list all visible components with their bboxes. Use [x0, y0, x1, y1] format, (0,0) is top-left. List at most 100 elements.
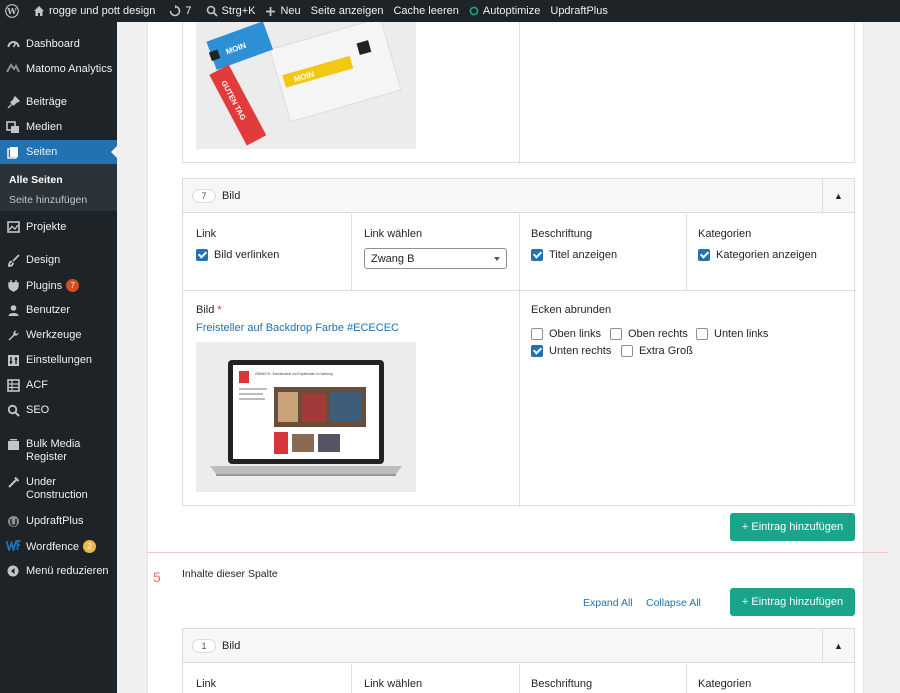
- autoptimize-label: Autoptimize: [482, 5, 541, 17]
- corner-bottom-right-checkbox[interactable]: Unten rechts: [531, 345, 611, 357]
- corner-extra-large-checkbox[interactable]: Extra Groß: [621, 345, 693, 357]
- sidebar-item-dashboard[interactable]: Dashboard: [0, 38, 117, 51]
- corner-bottom-left-checkbox[interactable]: Unten links: [696, 328, 768, 340]
- settings-icon: [0, 354, 26, 367]
- laptop-screen-caption: ZWANG B - Buchbinderei und Papierladen i…: [255, 372, 333, 376]
- expand-all-link[interactable]: Expand All: [583, 597, 633, 609]
- autoptimize-icon: [469, 6, 479, 16]
- site-name-link[interactable]: rogge und pott design: [28, 0, 160, 22]
- entry-card-bild-7: 7 Bild ▲ Link Bild verlinken Link wählen…: [182, 178, 856, 507]
- view-page-link[interactable]: Seite anzeigen: [306, 0, 389, 22]
- caret-up-icon: ▲: [834, 640, 843, 651]
- plugins-label: Plugins: [26, 280, 63, 292]
- image-label: Bild *: [196, 304, 222, 316]
- collapse-all-link[interactable]: Collapse All: [646, 597, 701, 609]
- sidebar-item-plugins[interactable]: Plugins 7: [0, 279, 117, 293]
- pin-icon: [0, 96, 26, 109]
- chevron-down-icon: [494, 257, 500, 264]
- link-label: Link: [196, 228, 217, 240]
- column-content-label: Inhalte dieser Spalte: [182, 568, 278, 580]
- show-title-checkbox[interactable]: Titel anzeigen: [531, 249, 617, 261]
- sidebar-item-bulk-media[interactable]: Bulk Media Register: [0, 438, 100, 464]
- image-filename: Freisteller auf Backdrop Farbe #ECECEC: [196, 322, 399, 334]
- collapse-toggle-button[interactable]: ▲: [822, 629, 854, 662]
- sidebar-item-projekte[interactable]: Projekte: [0, 221, 117, 234]
- link-image-checkbox[interactable]: Bild verlinken: [196, 249, 279, 261]
- users-icon: [0, 304, 26, 317]
- entry-header[interactable]: 1 Bild ▲: [183, 629, 854, 663]
- entry-type: Bild: [222, 639, 241, 652]
- svg-text:W: W: [6, 6, 17, 16]
- wordfence-icon: [0, 540, 26, 551]
- sidebar-item-updraftplus[interactable]: UpdraftPlus: [0, 515, 117, 528]
- new-label: Neu: [280, 5, 301, 17]
- new-content-link[interactable]: Neu: [260, 0, 305, 22]
- submenu-all-pages[interactable]: Alle Seiten: [9, 174, 63, 186]
- plugins-update-badge: 7: [66, 279, 80, 292]
- sidebar-item-benutzer[interactable]: Benutzer: [0, 304, 117, 317]
- show-categories-checkbox[interactable]: Kategorien anzeigen: [698, 249, 817, 261]
- sidebar-item-seo[interactable]: SEO: [0, 404, 117, 417]
- add-entry-button[interactable]: + Eintrag hinzufügen: [730, 513, 855, 541]
- round-corners-label: Ecken abrunden: [531, 304, 612, 316]
- corner-top-left-checkbox[interactable]: Oben links: [531, 328, 601, 340]
- column-number: 5: [153, 569, 161, 585]
- updates-count: 7: [185, 5, 192, 17]
- media-icon: [0, 121, 26, 134]
- submenu-add-page[interactable]: Seite hinzufügen: [9, 194, 87, 206]
- sidebar-item-acf[interactable]: ACF: [0, 379, 117, 392]
- sidebar-item-beitraege[interactable]: Beiträge: [0, 96, 117, 109]
- search-icon: [206, 5, 218, 17]
- command-palette-link[interactable]: Strg+K: [201, 0, 261, 22]
- wordpress-logo-icon[interactable]: W: [0, 0, 28, 22]
- pages-icon: [0, 146, 26, 159]
- choose-link-label: Link wählen: [364, 228, 423, 240]
- row-divider: [147, 552, 889, 553]
- admin-sidebar: Dashboard Matomo Analytics Beiträge Medi…: [0, 22, 117, 693]
- categories-label: Kategorien: [698, 678, 752, 690]
- plus-icon: [266, 6, 276, 16]
- link-label: Link: [196, 678, 217, 690]
- sidebar-item-design[interactable]: Design: [0, 254, 117, 267]
- sidebar-item-werkzeuge[interactable]: Werkzeuge: [0, 329, 117, 342]
- caption-label: Beschriftung: [531, 228, 593, 240]
- plugin-icon: [0, 279, 26, 292]
- laptop-mockup-image[interactable]: ZWANG B - Buchbinderei und Papierladen i…: [196, 342, 416, 492]
- categories-label: Kategorien: [698, 228, 752, 240]
- wordfence-label: Wordfence: [26, 541, 79, 553]
- clear-cache-link[interactable]: Cache leeren: [388, 0, 463, 22]
- link-select[interactable]: Zwang B: [364, 248, 507, 269]
- entry-header[interactable]: 7 Bild ▲: [183, 179, 854, 213]
- entry-number: 7: [192, 188, 216, 203]
- required-marker: *: [217, 304, 222, 316]
- stationery-mockup-image: MOIN MOIN GUTEN TAG: [196, 22, 416, 149]
- collapse-menu-button[interactable]: Menü reduzieren: [0, 565, 117, 578]
- admin-bar: W rogge und pott design 7 Strg+K Neu Sei…: [0, 0, 900, 22]
- entry-type: Bild: [222, 189, 241, 202]
- collapse-icon: [0, 565, 26, 577]
- construction-icon: [0, 476, 26, 489]
- sidebar-item-wordfence[interactable]: Wordfence 2: [0, 540, 117, 554]
- choose-link-label: Link wählen: [364, 678, 423, 690]
- caret-up-icon: ▲: [834, 190, 843, 201]
- sidebar-item-seiten[interactable]: Seiten: [0, 140, 117, 164]
- pages-submenu: Alle Seiten Seite hinzufügen: [0, 164, 117, 211]
- command-shortcut: Strg+K: [221, 5, 256, 17]
- matomo-icon: [0, 63, 26, 73]
- updraftplus-link[interactable]: UpdraftPlus: [545, 0, 612, 22]
- autoptimize-link[interactable]: Autoptimize: [464, 0, 545, 22]
- wrench-icon: [0, 329, 26, 342]
- sidebar-item-medien[interactable]: Medien: [0, 121, 117, 134]
- entry-number: 1: [192, 638, 216, 653]
- bulk-media-icon: [0, 438, 26, 451]
- previous-entry-card: MOIN MOIN GUTEN TAG: [182, 22, 855, 164]
- collapse-toggle-button[interactable]: ▲: [822, 179, 854, 212]
- sidebar-item-under-construction[interactable]: Under Construction: [0, 476, 100, 502]
- brush-icon: [0, 254, 26, 267]
- page-editor-main: MOIN MOIN GUTEN TAG 7 Bild ▲ Link Bild v…: [117, 22, 900, 693]
- corner-top-right-checkbox[interactable]: Oben rechts: [610, 328, 688, 340]
- updates-link[interactable]: 7: [164, 0, 196, 22]
- sidebar-item-einstellungen[interactable]: Einstellungen: [0, 354, 117, 367]
- add-entry-button-column5[interactable]: + Eintrag hinzufügen: [730, 588, 855, 616]
- sidebar-item-matomo[interactable]: Matomo Analytics: [0, 63, 117, 76]
